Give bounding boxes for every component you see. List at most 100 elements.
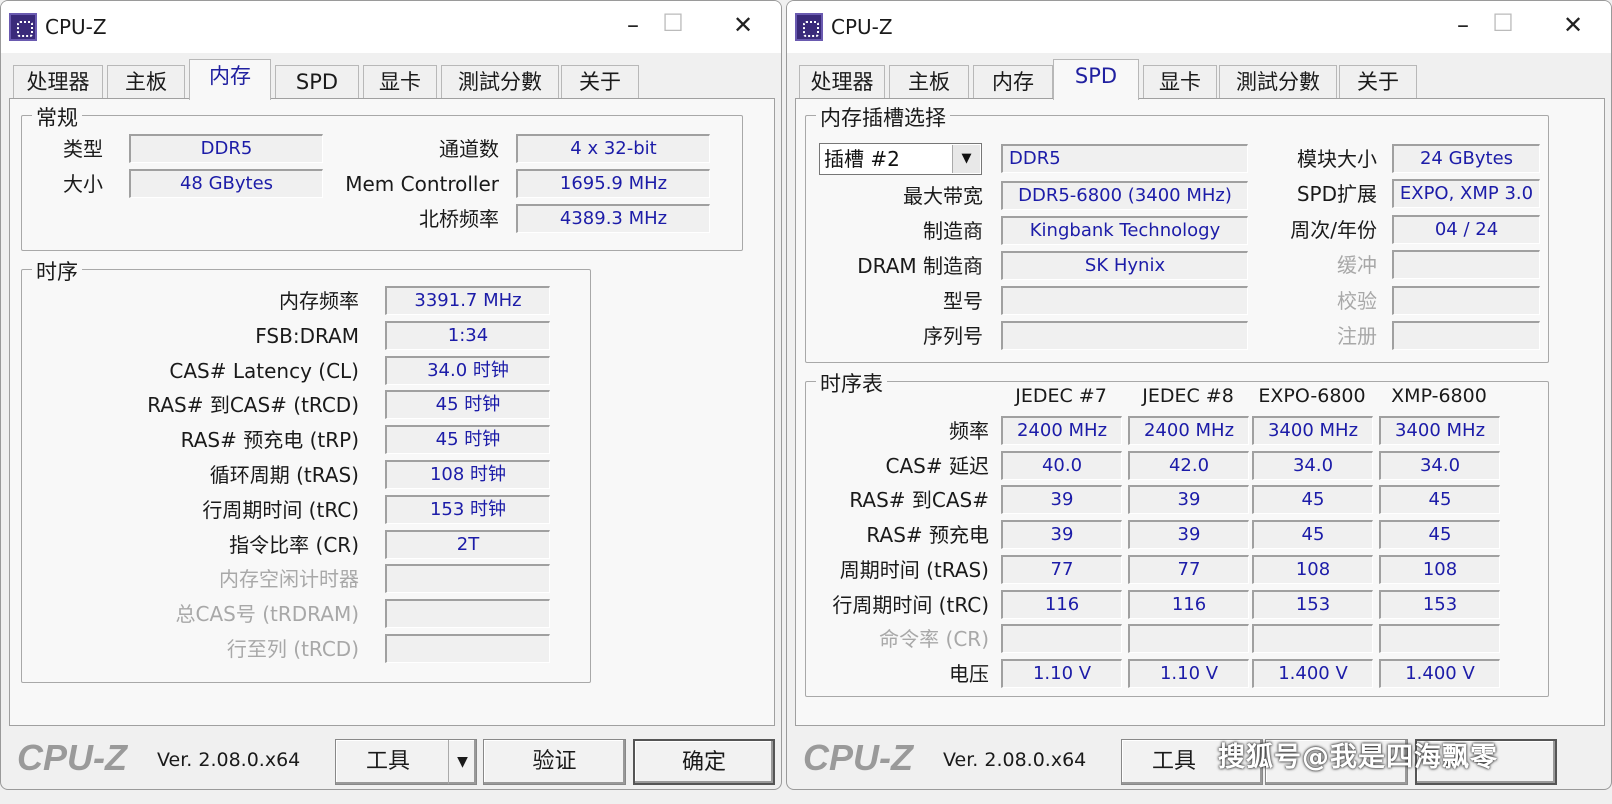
tab-0[interactable]: 处理器: [13, 65, 103, 99]
table-cell: 153: [1379, 589, 1500, 619]
tab-4[interactable]: 显卡: [363, 65, 437, 99]
slot-value: DDR5-6800 (3400 MHz): [1001, 181, 1248, 210]
version-label: Ver. 2.08.0.x64: [157, 749, 301, 771]
timing-label: RAS# 预充电 (tRP): [180, 428, 359, 453]
table-cell: 2400 MHz: [1128, 416, 1249, 445]
cpuz-app-icon: [795, 13, 823, 41]
slot-right-label: 缓冲: [1337, 253, 1377, 278]
validate-button[interactable]: 验证: [483, 739, 626, 785]
slot-right-value: [1392, 250, 1540, 280]
dropdown-arrow-icon[interactable]: ▼: [448, 740, 476, 784]
cpuz-window-spd: CPU-Z – ☐ ✕ 处理器 主板 内存 SPD 显卡 測試分數 关于 CPU-Z Ver. 2.08…: [786, 0, 1612, 790]
table-cell: 1.400 V: [1252, 658, 1373, 688]
tab-1[interactable]: 主板: [107, 65, 185, 99]
table-cell: 40.0: [1001, 450, 1122, 480]
cpuz-logo: CPU-Z: [803, 737, 913, 778]
tab-2[interactable]: 内存: [973, 65, 1053, 99]
maximize-button[interactable]: ☐: [653, 9, 693, 37]
title-bar: CPU-Z – ☐ ✕: [1, 1, 781, 53]
slot-label: 序列号: [923, 324, 983, 348]
timing-value: 1:34: [385, 320, 550, 350]
nb-value: 4389.3 MHz: [516, 204, 710, 233]
group-title: 时序: [32, 256, 82, 286]
slot-value: SK Hynix: [1001, 251, 1248, 280]
table-cell: [1001, 624, 1122, 654]
minimize-button[interactable]: –: [1443, 11, 1483, 39]
slot-right-value: 04 / 24: [1392, 214, 1540, 244]
minimize-button[interactable]: –: [613, 11, 653, 39]
dropdown-arrow-icon[interactable]: ▼: [952, 145, 980, 173]
timing-value: 108 时钟: [385, 460, 550, 489]
cpuz-logo: CPU-Z: [17, 737, 127, 778]
table-cell: 116: [1001, 589, 1122, 619]
tab-4[interactable]: 显卡: [1143, 65, 1217, 99]
tab-5[interactable]: 測試分數: [441, 65, 559, 99]
table-row-label: 频率: [949, 419, 989, 443]
table-cell: 42.0: [1128, 450, 1249, 480]
window-title: CPU-Z: [45, 15, 107, 39]
slot-select[interactable]: 插槽 #2 ▼: [819, 143, 982, 175]
tools-button[interactable]: 工具 ▼: [335, 739, 477, 785]
table-cell: 3400 MHz: [1379, 416, 1500, 445]
timing-value: 3391.7 MHz: [385, 286, 550, 315]
timing-label: 内存频率: [279, 289, 359, 313]
table-cell: 45: [1379, 485, 1500, 515]
slot-right-value: [1392, 321, 1540, 350]
slot-value: [1001, 321, 1248, 350]
group-title: 内存插槽选择: [816, 102, 950, 132]
tab-1[interactable]: 主板: [889, 65, 969, 99]
title-bar: CPU-Z – ☐ ✕: [787, 1, 1611, 53]
table-cell: 77: [1001, 554, 1122, 584]
table-cell: 45: [1252, 520, 1373, 550]
timing-value: 153 时钟: [385, 494, 550, 524]
timing-value: [385, 634, 550, 663]
maximize-button[interactable]: ☐: [1483, 9, 1523, 37]
channels-value: 4 x 32-bit: [516, 134, 710, 163]
size-label: 大小: [63, 172, 103, 196]
table-cell: 39: [1001, 485, 1122, 515]
timing-value: 2T: [385, 529, 550, 559]
slot-right-label: 周次/年份: [1290, 217, 1377, 242]
timing-label: 行周期时间 (tRC): [202, 497, 359, 522]
slot-right-value: EXPO, XMP 3.0: [1392, 179, 1540, 209]
tab-3[interactable]: SPD: [1053, 59, 1139, 100]
column-header: EXPO-6800: [1258, 385, 1366, 407]
close-button[interactable]: ✕: [1553, 11, 1593, 39]
version-label: Ver. 2.08.0.x64: [943, 749, 1087, 771]
table-row-label: RAS# 到CAS#: [849, 488, 989, 513]
column-header: XMP-6800: [1391, 385, 1487, 407]
close-button[interactable]: ✕: [723, 11, 763, 39]
tab-6[interactable]: 关于: [1339, 65, 1417, 99]
tab-2[interactable]: 内存: [189, 59, 271, 100]
table-row-label: RAS# 预充电: [866, 523, 989, 548]
slot-right-label: 校验: [1337, 288, 1377, 313]
slot-right-label: 模块大小: [1297, 147, 1377, 171]
slot-label: 型号: [943, 289, 983, 313]
watermark: 搜狐号@我是四海飘零: [1218, 742, 1498, 773]
ok-button[interactable]: 确定: [633, 739, 775, 785]
module-type: DDR5: [1001, 144, 1248, 173]
table-cell: 108: [1252, 554, 1373, 584]
table-cell: 45: [1379, 520, 1500, 550]
timing-value: 45 时钟: [385, 425, 550, 455]
tab-5[interactable]: 測試分數: [1219, 65, 1337, 99]
table-row-label: 命令率 (CR): [879, 627, 989, 652]
table-row-label: 行周期时间 (tRC): [832, 592, 989, 617]
table-cell: 39: [1128, 520, 1249, 550]
timing-label: 指令比率 (CR): [229, 532, 359, 557]
tab-6[interactable]: 关于: [561, 65, 639, 99]
table-cell: 1.10 V: [1128, 658, 1249, 688]
mc-value: 1695.9 MHz: [516, 169, 710, 198]
group-title: 时序表: [816, 368, 887, 398]
table-cell: 1.400 V: [1379, 658, 1500, 688]
table-cell: 116: [1128, 589, 1249, 619]
slot-right-value: 24 GBytes: [1392, 144, 1540, 173]
tab-3[interactable]: SPD: [275, 65, 359, 99]
column-header: JEDEC #7: [1015, 385, 1107, 407]
slot-value: Kingbank Technology: [1001, 216, 1248, 245]
timing-value: 45 时钟: [385, 390, 550, 420]
table-cell: 77: [1128, 554, 1249, 584]
table-cell: [1252, 624, 1373, 654]
tab-0[interactable]: 处理器: [799, 65, 885, 99]
table-cell: 108: [1379, 554, 1500, 584]
